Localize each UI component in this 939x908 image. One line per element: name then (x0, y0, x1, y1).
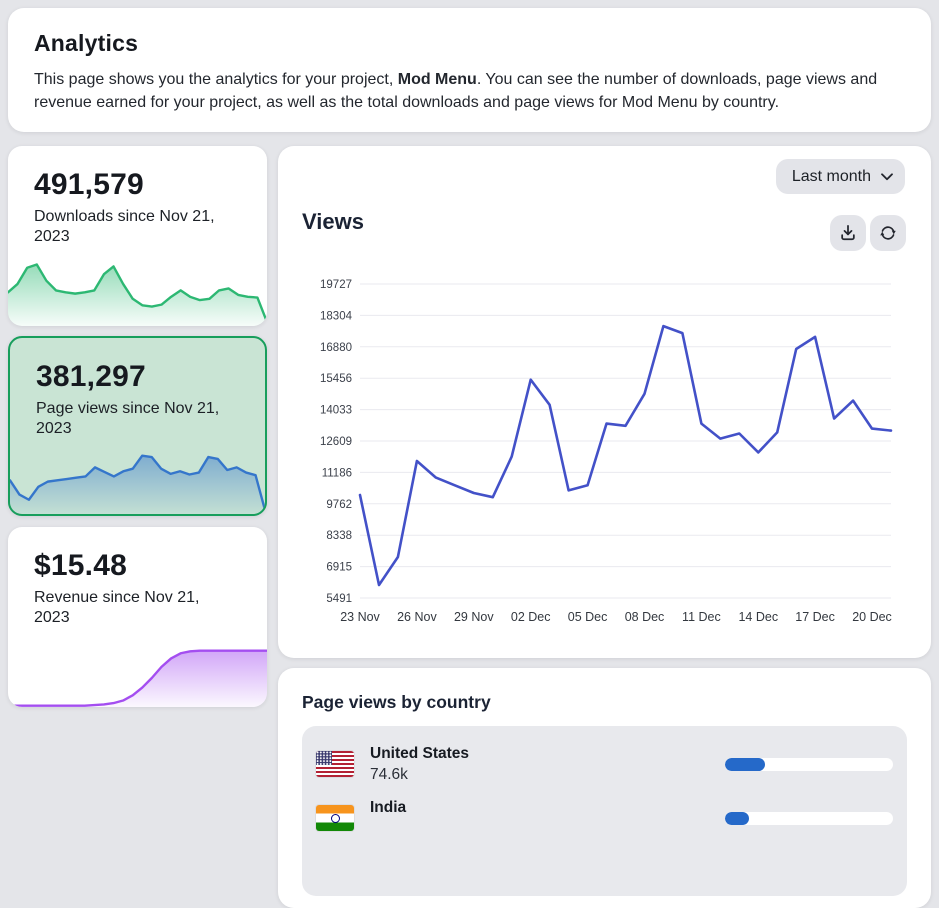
country-name: India (370, 799, 406, 817)
svg-text:23 Nov: 23 Nov (340, 610, 380, 624)
country-row-united-states: United States 74.6k (316, 738, 893, 790)
header-panel: Analytics This page shows you the analyt… (8, 8, 931, 132)
downloads-sparkline (8, 256, 267, 326)
export-chart-button[interactable] (830, 215, 866, 251)
downloads-value: 491,579 (8, 146, 267, 202)
page-title: Analytics (34, 30, 905, 57)
svg-text:14 Dec: 14 Dec (738, 610, 778, 624)
stat-card-revenue[interactable]: $15.48 Revenue since Nov 21, 2023 (8, 527, 267, 707)
country-name: United States (370, 745, 469, 763)
page-views-sparkline (10, 444, 265, 514)
svg-text:14033: 14033 (320, 405, 352, 417)
page-views-value: 381,297 (10, 338, 265, 394)
views-chart-panel: Last month Views 5491 6915 8338 9762 11186 12… (278, 146, 931, 658)
country-panel-title: Page views by country (302, 692, 491, 713)
country-list: United States 74.6k India (302, 726, 907, 896)
project-name: Mod Menu (398, 71, 477, 88)
chart-title: Views (302, 209, 364, 235)
india-flag-icon (316, 805, 354, 831)
views-line-chart: 5491 6915 8338 9762 11186 12609 14033 15456 1688… (302, 270, 907, 628)
svg-text:8338: 8338 (326, 530, 352, 542)
svg-text:15456: 15456 (320, 373, 352, 385)
refresh-icon (878, 223, 898, 243)
svg-text:11186: 11186 (322, 467, 352, 479)
svg-text:20 Dec: 20 Dec (852, 610, 892, 624)
svg-text:18304: 18304 (320, 310, 353, 322)
downloads-label: Downloads since Nov 21, 2023 (8, 202, 267, 246)
svg-text:9762: 9762 (326, 499, 352, 511)
svg-text:19727: 19727 (320, 279, 352, 291)
country-row-india: India (316, 792, 893, 844)
date-range-selector[interactable]: Last month (776, 159, 905, 194)
svg-text:5491: 5491 (326, 593, 352, 605)
country-panel: Page views by country United States 74.6… (278, 668, 931, 908)
country-progress-fill (725, 812, 749, 825)
svg-text:16880: 16880 (320, 342, 352, 354)
svg-text:26 Nov: 26 Nov (397, 610, 437, 624)
chart-actions (830, 215, 906, 251)
svg-text:12609: 12609 (320, 436, 352, 448)
country-value (370, 820, 406, 838)
revenue-label: Revenue since Nov 21, 2023 (8, 583, 267, 627)
date-range-label: Last month (792, 168, 871, 186)
country-progress-bar (725, 758, 893, 771)
page-views-label: Page views since Nov 21, 2023 (10, 394, 265, 438)
chevron-down-icon (881, 173, 893, 181)
revenue-value: $15.48 (8, 527, 267, 583)
stat-card-page-views[interactable]: 381,297 Page views since Nov 21, 2023 (8, 336, 267, 516)
country-progress-fill (725, 758, 765, 771)
svg-text:17 Dec: 17 Dec (795, 610, 835, 624)
svg-text:02 Dec: 02 Dec (511, 610, 551, 624)
us-flag-icon (316, 751, 354, 777)
stat-card-downloads[interactable]: 491,579 Downloads since Nov 21, 2023 (8, 146, 267, 326)
svg-text:6915: 6915 (326, 562, 352, 574)
svg-text:11 Dec: 11 Dec (682, 610, 721, 624)
download-icon (838, 223, 858, 243)
svg-text:08 Dec: 08 Dec (625, 610, 665, 624)
country-progress-bar (725, 812, 893, 825)
revenue-sparkline (8, 637, 267, 707)
page-description: This page shows you the analytics for yo… (34, 69, 905, 114)
svg-text:29 Nov: 29 Nov (454, 610, 494, 624)
country-value: 74.6k (370, 766, 469, 784)
refresh-chart-button[interactable] (870, 215, 906, 251)
svg-text:05 Dec: 05 Dec (568, 610, 608, 624)
